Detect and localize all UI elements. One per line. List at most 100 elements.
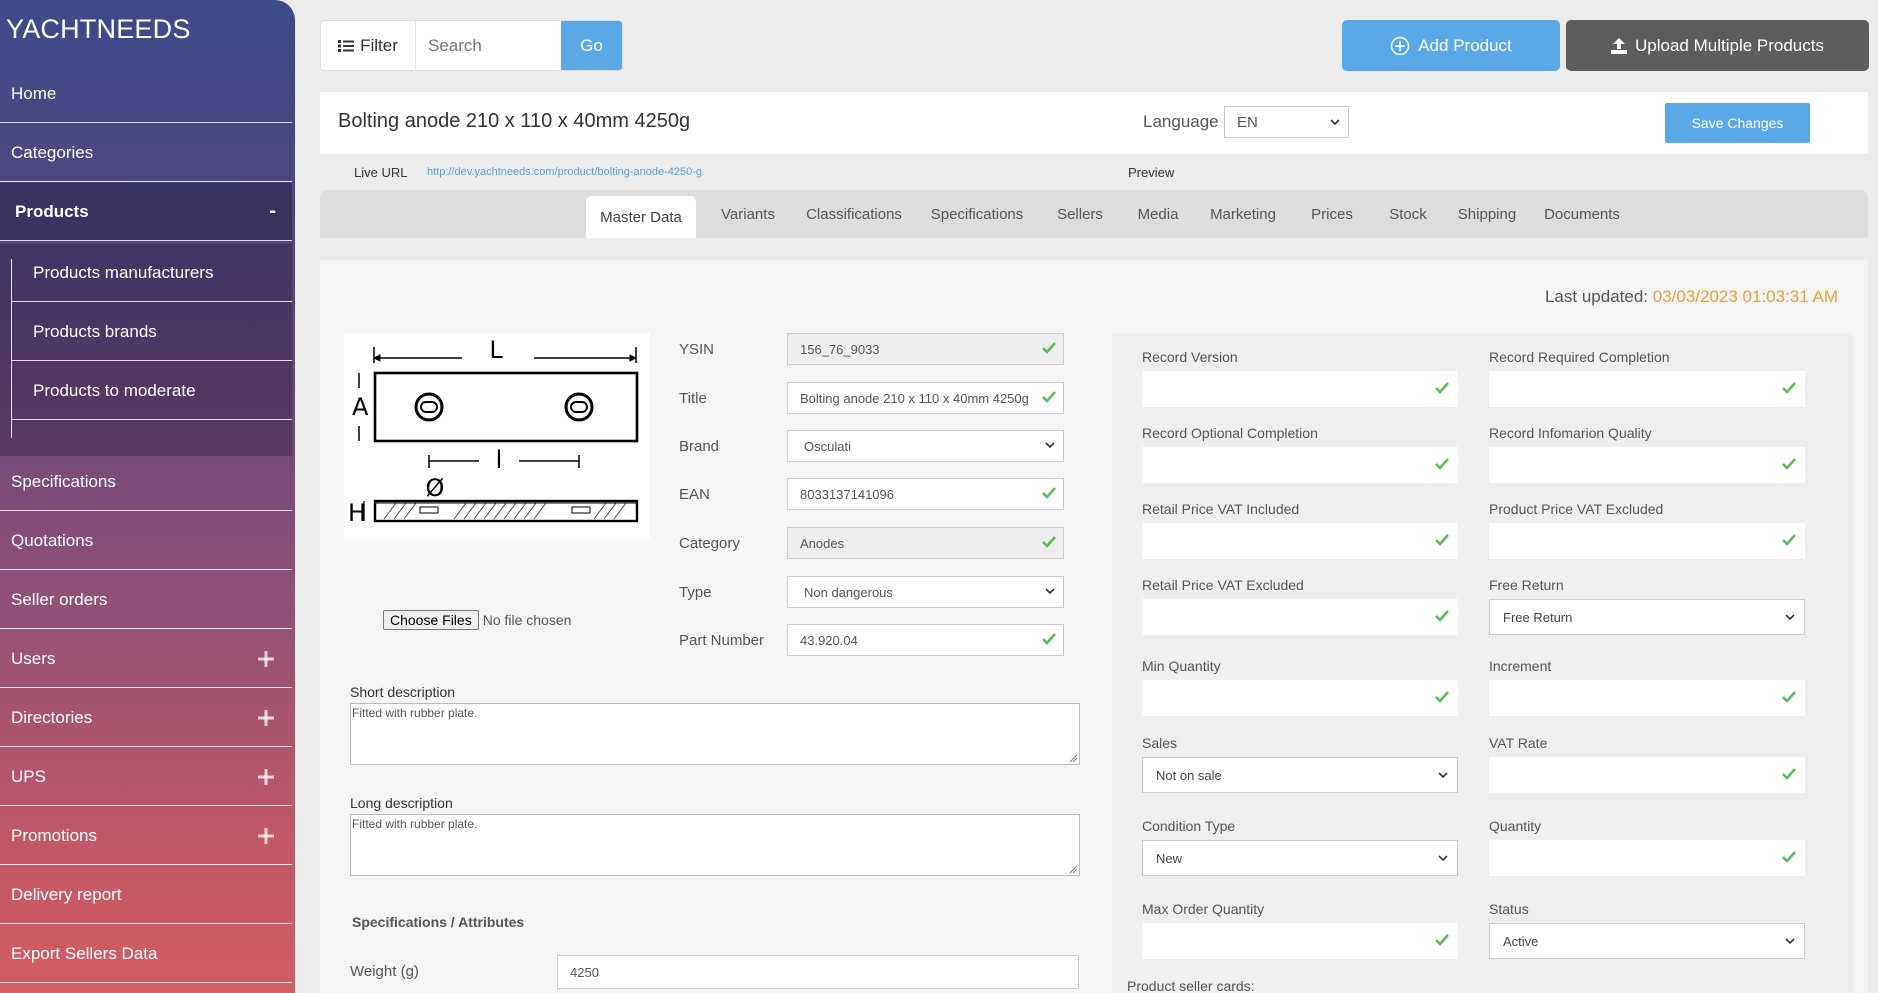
check-icon (1042, 633, 1056, 645)
sidebar-item-categories[interactable]: Categories (0, 124, 292, 182)
sidebar-subitem-products-brands[interactable]: Products brands (11, 303, 292, 361)
tab-sellers[interactable]: Sellers (1039, 190, 1121, 238)
specifications-attributes-heading: Specifications / Attributes (352, 914, 525, 930)
weight-field[interactable]: 4250 (557, 955, 1079, 989)
status-select[interactable]: Active (1489, 923, 1805, 959)
part-number-field[interactable]: 43.920.04 (787, 624, 1064, 656)
tab-shipping[interactable]: Shipping (1443, 190, 1531, 238)
sidebar-subitem-products-to-moderate[interactable]: Products to moderate (11, 362, 292, 420)
status-label: Status (1489, 901, 1529, 917)
filter-button[interactable]: Filter (321, 21, 416, 70)
ean-field[interactable]: 8033137141096 (787, 478, 1064, 510)
save-changes-button[interactable]: Save Changes (1665, 103, 1810, 143)
check-icon (1435, 934, 1449, 946)
sidebar-item-specifications[interactable]: Specifications (0, 453, 292, 511)
check-icon (1782, 534, 1796, 546)
ysin-field: 156_76_9033 (787, 333, 1064, 365)
preview-link[interactable]: Preview (1128, 165, 1174, 180)
sidebar-item-promotions[interactable]: Promotions (0, 807, 292, 865)
sidebar-item-products[interactable]: Products - (0, 183, 292, 241)
list-icon (338, 39, 355, 52)
tab-prices[interactable]: Prices (1291, 190, 1373, 238)
last-updated: Last updated: 03/03/2023 01:03:31 AM (1545, 287, 1838, 307)
part-number-label: Part Number (679, 632, 765, 649)
check-icon (1435, 458, 1449, 470)
choose-files-button[interactable]: Choose Files (383, 610, 479, 630)
status-value: Active (1503, 933, 1539, 949)
quantity-label: Quantity (1489, 818, 1542, 834)
resize-grip-icon[interactable] (1069, 754, 1078, 763)
tab-documents[interactable]: Documents (1531, 190, 1633, 238)
tab-stock[interactable]: Stock (1373, 190, 1443, 238)
resize-grip-icon[interactable] (1069, 865, 1078, 874)
title-value: Bolting anode 210 x 110 x 40mm 4250g (800, 390, 1029, 406)
sidebar-item-directories[interactable]: Directories (0, 689, 292, 747)
tab-variants[interactable]: Variants (703, 190, 793, 238)
weight-label: Weight (g) (350, 963, 419, 980)
retail-price-vat-excluded-field[interactable] (1142, 599, 1458, 635)
title-label: Title (679, 390, 707, 407)
retail-price-vat-included-field[interactable] (1142, 523, 1458, 559)
chevron-down-icon (1785, 614, 1795, 621)
expand-plus-icon[interactable] (258, 827, 274, 844)
sidebar-item-ups[interactable]: UPS (0, 748, 292, 806)
sidebar-item-seller-orders[interactable]: Seller orders (0, 571, 292, 629)
quantity-field[interactable] (1489, 840, 1805, 876)
language-select[interactable]: EN (1224, 106, 1349, 138)
live-url-link[interactable]: http://dev.yachtneeds.com/product/boltin… (427, 166, 702, 178)
expand-plus-icon[interactable] (258, 768, 274, 785)
brand-select[interactable]: Osculati (787, 430, 1064, 462)
sidebar-item-quotations[interactable]: Quotations (0, 512, 292, 570)
drawing-label-l: l (496, 446, 503, 474)
sidebar-item-export-sellers-data[interactable]: Export Sellers Data (0, 925, 292, 983)
free-return-select[interactable]: Free Return (1489, 599, 1805, 635)
filter-label: Filter (360, 35, 398, 55)
increment-label: Increment (1489, 658, 1552, 674)
sidebar-subitem-products-manufacturers[interactable]: Products manufacturers (11, 244, 292, 302)
vat-rate-field[interactable] (1489, 757, 1805, 793)
check-icon (1435, 610, 1449, 622)
sidebar-item-label: UPS (11, 766, 46, 786)
product-image: L A l Ø H (344, 333, 650, 538)
type-select[interactable]: Non dangerous (787, 576, 1064, 608)
weight-value: 4250 (570, 964, 599, 980)
tab-master-data[interactable]: Master Data (586, 196, 696, 238)
title-field[interactable]: Bolting anode 210 x 110 x 40mm 4250g (787, 382, 1064, 414)
collapse-icon[interactable]: - (269, 200, 276, 223)
record-optional-completion-field[interactable] (1142, 447, 1458, 483)
page-title: Bolting anode 210 x 110 x 40mm 4250g (338, 110, 691, 132)
add-product-button[interactable]: Add Product (1342, 20, 1560, 71)
go-button[interactable]: Go (561, 21, 622, 70)
record-version-field[interactable] (1142, 371, 1458, 407)
short-description-textarea[interactable]: Fitted with rubber plate. (350, 703, 1080, 765)
min-quantity-field[interactable] (1142, 680, 1458, 716)
long-description-textarea[interactable]: Fitted with rubber plate. (350, 814, 1080, 876)
tab-specifications[interactable]: Specifications (915, 190, 1039, 238)
expand-plus-icon[interactable] (258, 709, 274, 726)
sidebar-item-delivery-report[interactable]: Delivery report (0, 866, 292, 924)
sidebar-item-home[interactable]: Home (0, 65, 292, 123)
language-value: EN (1237, 113, 1258, 131)
tab-classifications[interactable]: Classifications (793, 190, 915, 238)
max-order-quantity-field[interactable] (1142, 923, 1458, 959)
sales-select[interactable]: Not on sale (1142, 757, 1458, 793)
chevron-down-icon (1438, 772, 1448, 779)
tab-media[interactable]: Media (1121, 190, 1195, 238)
last-updated-date: 03/03/2023 01:03:31 AM (1652, 287, 1838, 306)
category-label: Category (679, 535, 740, 552)
tab-marketing[interactable]: Marketing (1195, 190, 1291, 238)
check-icon (1435, 534, 1449, 546)
product-price-vat-excluded-field[interactable] (1489, 523, 1805, 559)
search-input[interactable] (416, 21, 561, 70)
sidebar-item-users[interactable]: Users (0, 630, 292, 688)
expand-plus-icon[interactable] (258, 650, 274, 667)
sidebar-item-label: Promotions (11, 825, 97, 845)
upload-multiple-products-button[interactable]: Upload Multiple Products (1566, 20, 1869, 71)
record-required-completion-field[interactable] (1489, 371, 1805, 407)
condition-type-select[interactable]: New (1142, 840, 1458, 876)
no-file-label: No file chosen (482, 612, 572, 628)
increment-field[interactable] (1489, 680, 1805, 716)
chevron-down-icon (1330, 119, 1340, 126)
record-information-quality-field[interactable] (1489, 447, 1805, 483)
sidebar-item-label: Users (11, 648, 56, 668)
